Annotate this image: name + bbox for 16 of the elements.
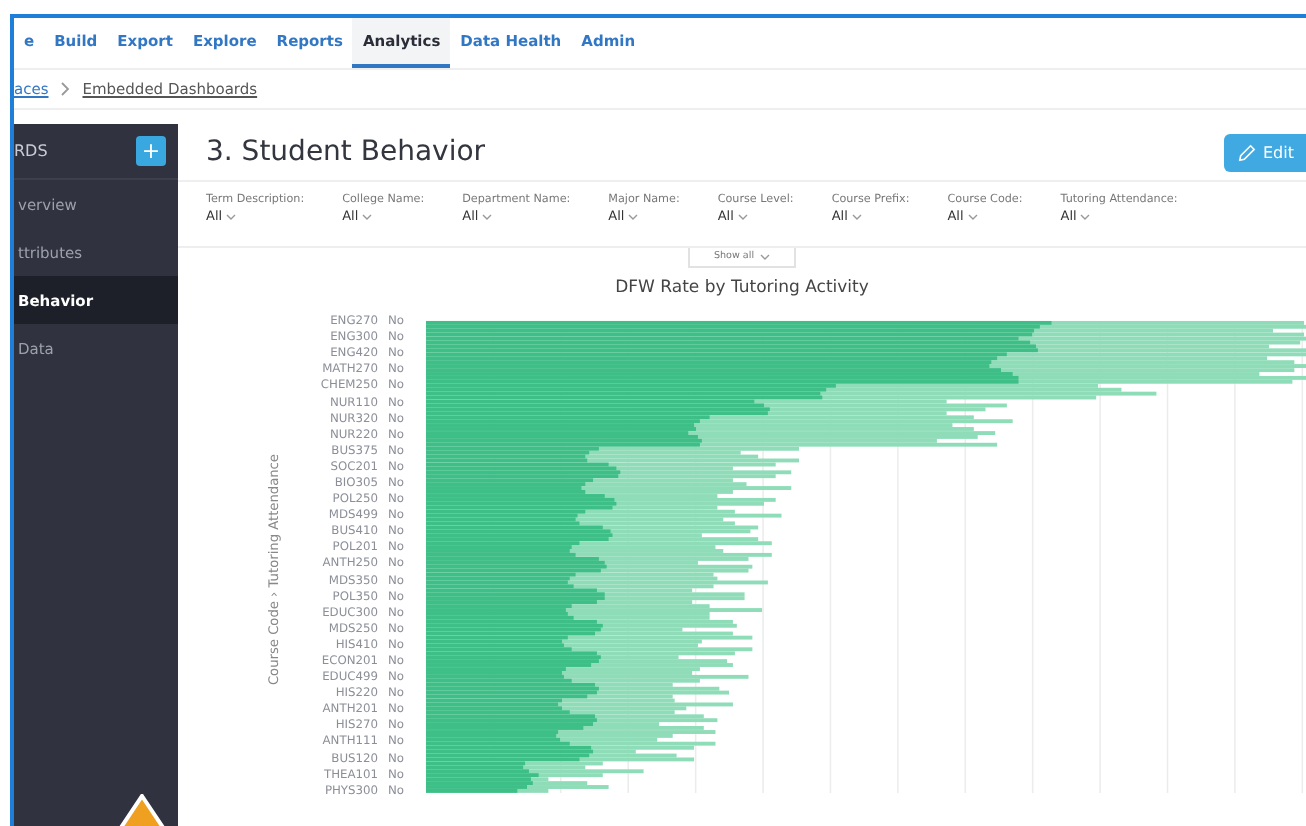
edit-button[interactable]: Edit: [1223, 133, 1306, 171]
chevron-down-icon: [362, 213, 373, 219]
sidebar-title: RDS: [14, 142, 48, 160]
dashboard-title: 3. Student Behavior: [206, 136, 486, 168]
chevron-down-icon: [737, 213, 748, 219]
add-button[interactable]: +: [136, 136, 166, 166]
chevron-down-icon: [851, 213, 862, 219]
chevron-down-icon: [967, 213, 978, 219]
chart-title: DFW Rate by Tutoring Activity: [615, 278, 869, 298]
chevron-down-icon: [226, 213, 237, 219]
pencil-icon: [1237, 143, 1255, 161]
chevron-right-icon: [60, 82, 71, 96]
chevron-down-icon: [482, 213, 493, 219]
chevron-down-icon: [628, 213, 639, 219]
chevron-down-icon: [1080, 213, 1091, 219]
chevron-down-icon: [760, 254, 771, 260]
